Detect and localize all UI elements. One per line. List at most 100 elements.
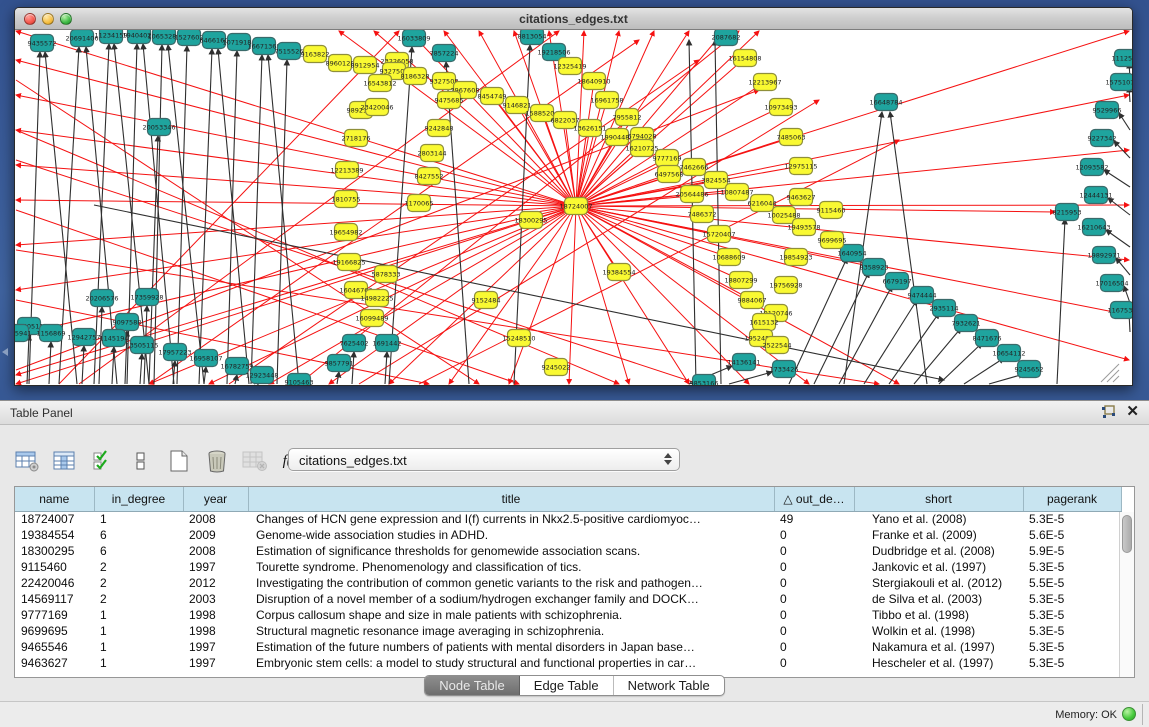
graph-node[interactable]: 1112504 bbox=[1112, 50, 1132, 67]
cell-pagerank[interactable]: 5.9E-5 bbox=[1023, 543, 1121, 559]
cell-title[interactable]: Estimation of significance thresholds fo… bbox=[248, 543, 774, 559]
graph-node[interactable]: 1167533 bbox=[1108, 302, 1132, 319]
cell-year[interactable]: 2008 bbox=[183, 511, 248, 527]
cell-pagerank[interactable]: 5.3E-5 bbox=[1023, 623, 1121, 639]
cell-year[interactable]: 1998 bbox=[183, 623, 248, 639]
table-row[interactable]: 1938455462009Genome-wide association stu… bbox=[15, 527, 1121, 543]
graph-node[interactable]: 16958107 bbox=[189, 350, 222, 367]
select-rows-icon[interactable] bbox=[90, 448, 116, 474]
cell-name[interactable]: 9465546 bbox=[15, 639, 94, 655]
column-header-year[interactable]: year bbox=[183, 487, 248, 511]
graph-node[interactable]: 12923448 bbox=[245, 367, 278, 384]
cell-indeg[interactable]: 6 bbox=[94, 543, 183, 559]
graph-node[interactable]: 8358923 bbox=[860, 259, 889, 276]
table-row[interactable]: 1830029562008Estimation of significance … bbox=[15, 543, 1121, 559]
graph-node[interactable]: 9474444 bbox=[908, 287, 937, 304]
graph-node[interactable]: 12213389 bbox=[330, 162, 363, 179]
cell-outdeg[interactable]: 0 bbox=[774, 655, 854, 671]
graph-node[interactable]: 14136141 bbox=[727, 354, 760, 371]
cell-indeg[interactable]: 2 bbox=[94, 559, 183, 575]
table-row[interactable]: 946362711997Embryonic stem cells: a mode… bbox=[15, 655, 1121, 671]
graph-node[interactable]: 23420046 bbox=[360, 99, 393, 116]
cell-title[interactable]: Structural magnetic resonance image aver… bbox=[248, 623, 774, 639]
graph-node[interactable]: 9884067 bbox=[738, 292, 767, 309]
cell-outdeg[interactable]: 0 bbox=[774, 639, 854, 655]
cell-short[interactable]: Nakamura et al. (1997) bbox=[854, 639, 1023, 655]
cell-short[interactable]: Wolkin et al. (1998) bbox=[854, 623, 1023, 639]
cell-short[interactable]: Yano et al. (2008) bbox=[854, 511, 1023, 527]
graph-node[interactable]: 18640910 bbox=[577, 73, 610, 90]
cell-pagerank[interactable]: 5.3E-5 bbox=[1023, 639, 1121, 655]
cell-pagerank[interactable]: 5.3E-5 bbox=[1023, 591, 1121, 607]
table-row[interactable]: 977716911998Corpus callosum shape and si… bbox=[15, 607, 1121, 623]
cell-title[interactable]: Corpus callosum shape and size in male p… bbox=[248, 607, 774, 623]
graph-node[interactable]: 12213967 bbox=[748, 74, 781, 91]
graph-node[interactable]: 2803144 bbox=[418, 145, 447, 162]
cell-year[interactable]: 2009 bbox=[183, 527, 248, 543]
cell-year[interactable]: 2003 bbox=[183, 591, 248, 607]
graph-node[interactable]: 8215953 bbox=[1053, 204, 1082, 221]
column-header-pagerank[interactable]: pagerank bbox=[1023, 487, 1121, 511]
cell-name[interactable]: 9777169 bbox=[15, 607, 94, 623]
table-vertical-scrollbar[interactable] bbox=[1119, 512, 1134, 677]
cell-title[interactable]: Tourette syndrome. Phenomenology and cla… bbox=[248, 559, 774, 575]
cell-indeg[interactable]: 2 bbox=[94, 591, 183, 607]
cell-short[interactable]: Dudbridge et al. (2008) bbox=[854, 543, 1023, 559]
table-row[interactable]: 969969511998Structural magnetic resonanc… bbox=[15, 623, 1121, 639]
cell-short[interactable]: Stergiakouli et al. (2012) bbox=[854, 575, 1023, 591]
cell-indeg[interactable]: 6 bbox=[94, 527, 183, 543]
cell-indeg[interactable]: 1 bbox=[94, 511, 183, 527]
graph-node[interactable]: 18300295 bbox=[514, 212, 547, 229]
graph-node[interactable]: 9242848 bbox=[425, 120, 454, 137]
cell-year[interactable]: 2012 bbox=[183, 575, 248, 591]
graph-node[interactable]: 9227342 bbox=[1088, 130, 1117, 147]
graph-node[interactable]: 2087682 bbox=[712, 30, 741, 46]
cell-outdeg[interactable]: 0 bbox=[774, 559, 854, 575]
cell-short[interactable]: Franke et al. (2009) bbox=[854, 527, 1023, 543]
graph-node[interactable]: 7485063 bbox=[777, 129, 806, 146]
graph-node[interactable]: 8912954 bbox=[351, 57, 380, 74]
table-settings-icon[interactable] bbox=[14, 448, 40, 474]
graph-node[interactable]: 1691442 bbox=[373, 335, 402, 352]
cell-pagerank[interactable]: 5.6E-5 bbox=[1023, 527, 1121, 543]
graph-node[interactable]: 1170065 bbox=[405, 195, 434, 212]
cell-outdeg[interactable]: 0 bbox=[774, 623, 854, 639]
column-header-name[interactable]: name bbox=[15, 487, 94, 511]
graph-node[interactable]: 7932621 bbox=[952, 315, 981, 332]
graph-node[interactable]: 15248510 bbox=[502, 330, 535, 347]
new-table-icon[interactable] bbox=[166, 448, 192, 474]
graph-node[interactable]: 20206576 bbox=[85, 290, 118, 307]
graph-node[interactable]: 9853166 bbox=[690, 375, 719, 387]
cell-name[interactable]: 9115460 bbox=[15, 559, 94, 575]
cell-indeg[interactable]: 1 bbox=[94, 639, 183, 655]
float-panel-icon[interactable] bbox=[1101, 405, 1116, 419]
scrollbar-thumb[interactable] bbox=[1122, 515, 1132, 553]
cell-name[interactable]: 14569117 bbox=[15, 591, 94, 607]
memory-status-dot-icon[interactable] bbox=[1122, 707, 1136, 721]
graph-node[interactable]: 15751074 bbox=[1105, 74, 1132, 91]
cell-name[interactable]: 9699695 bbox=[15, 623, 94, 639]
graph-node[interactable]: 7955812 bbox=[613, 109, 642, 126]
cell-indeg[interactable]: 1 bbox=[94, 623, 183, 639]
table-row[interactable]: 1456911722003Disruption of a novel membe… bbox=[15, 591, 1121, 607]
cell-outdeg[interactable]: 0 bbox=[774, 575, 854, 591]
graph-node[interactable]: 16210643 bbox=[1077, 219, 1110, 236]
cell-name[interactable]: 22420046 bbox=[15, 575, 94, 591]
graph-node[interactable]: 10688609 bbox=[712, 249, 745, 266]
cell-name[interactable]: 18724007 bbox=[15, 511, 94, 527]
table-row[interactable]: 946554611997Estimation of the future num… bbox=[15, 639, 1121, 655]
graph-node[interactable]: 19654982 bbox=[329, 224, 362, 241]
cell-title[interactable]: Embryonic stem cells: a model to study s… bbox=[248, 655, 774, 671]
graph-node[interactable]: 9475685 bbox=[435, 92, 464, 109]
cell-short[interactable]: de Silva et al. (2003) bbox=[854, 591, 1023, 607]
graph-node[interactable]: 16099489 bbox=[355, 310, 388, 327]
graph-node[interactable]: 2935114 bbox=[930, 300, 959, 317]
graph-node[interactable]: 16543812 bbox=[363, 75, 396, 92]
graph-node[interactable]: 9245022 bbox=[542, 359, 571, 376]
graph-node[interactable]: 7515526 bbox=[275, 43, 304, 60]
graph-node[interactable]: 17957223 bbox=[158, 344, 191, 361]
cell-title[interactable]: Investigating the contribution of common… bbox=[248, 575, 774, 591]
graph-node[interactable]: 10654112 bbox=[992, 345, 1025, 362]
graph-node[interactable]: 8186328 bbox=[401, 68, 430, 85]
network-window-titlebar[interactable]: citations_edges.txt bbox=[15, 8, 1132, 30]
